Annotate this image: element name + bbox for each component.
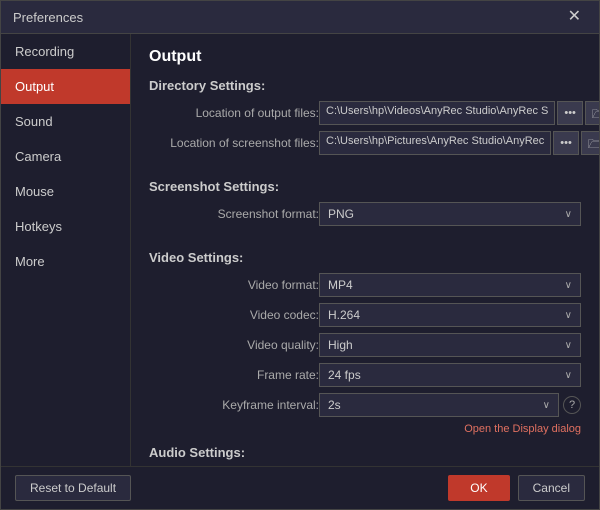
sidebar-item-mouse[interactable]: Mouse bbox=[1, 174, 130, 209]
video-format-label: Video format: bbox=[149, 278, 319, 292]
main-content: Recording Output Sound Camera Mouse Hotk… bbox=[1, 34, 599, 466]
directory-settings-title: Directory Settings: bbox=[149, 78, 581, 93]
footer: Reset to Default OK Cancel bbox=[1, 466, 599, 509]
display-dialog-link-row: Open the Display dialog bbox=[149, 423, 581, 435]
output-files-dots-button[interactable]: ••• bbox=[557, 101, 583, 125]
screenshot-format-value: PNG bbox=[328, 207, 354, 221]
screenshot-files-row: Location of screenshot files: C:\Users\h… bbox=[149, 131, 581, 155]
video-codec-arrow: ∨ bbox=[565, 310, 572, 321]
audio-settings-title: Audio Settings: bbox=[149, 445, 581, 460]
sidebar-item-recording[interactable]: Recording bbox=[1, 34, 130, 69]
keyframe-dropdown-wrap: 2s ∨ ? bbox=[319, 393, 581, 417]
screenshot-files-folder-button[interactable]: 🗁 bbox=[581, 131, 599, 155]
frame-rate-dropdown-wrap: 24 fps ∨ bbox=[319, 363, 581, 387]
panel-title: Output bbox=[149, 48, 581, 66]
keyframe-label: Keyframe interval: bbox=[149, 398, 319, 412]
sidebar-item-sound[interactable]: Sound bbox=[1, 104, 130, 139]
frame-rate-arrow: ∨ bbox=[565, 370, 572, 381]
video-codec-dropdown[interactable]: H.264 ∨ bbox=[319, 303, 581, 327]
dialog-title: Preferences bbox=[13, 10, 83, 25]
preferences-dialog: Preferences ✕ Recording Output Sound Cam… bbox=[0, 0, 600, 510]
output-files-path[interactable]: C:\Users\hp\Videos\AnyRec Studio\AnyRec … bbox=[319, 101, 555, 125]
keyframe-arrow: ∨ bbox=[543, 400, 550, 411]
frame-rate-value: 24 fps bbox=[328, 368, 361, 382]
frame-rate-row: Frame rate: 24 fps ∨ bbox=[149, 363, 581, 387]
screenshot-files-path[interactable]: C:\Users\hp\Pictures\AnyRec Studio\AnyRe… bbox=[319, 131, 551, 155]
screenshot-format-dropdown-wrap: PNG ∨ bbox=[319, 202, 581, 226]
keyframe-help-button[interactable]: ? bbox=[563, 396, 581, 414]
video-quality-row: Video quality: High ∨ bbox=[149, 333, 581, 357]
keyframe-dropdown[interactable]: 2s ∨ bbox=[319, 393, 559, 417]
sidebar-item-hotkeys[interactable]: Hotkeys bbox=[1, 209, 130, 244]
screenshot-format-dropdown[interactable]: PNG ∨ bbox=[319, 202, 581, 226]
video-format-dropdown[interactable]: MP4 ∨ bbox=[319, 273, 581, 297]
video-quality-label: Video quality: bbox=[149, 338, 319, 352]
frame-rate-dropdown[interactable]: 24 fps ∨ bbox=[319, 363, 581, 387]
output-files-folder-button[interactable]: 🗁 bbox=[585, 101, 599, 125]
keyframe-row: Keyframe interval: 2s ∨ ? bbox=[149, 393, 581, 417]
ok-button[interactable]: OK bbox=[448, 475, 509, 501]
content-panel: Output Directory Settings: Location of o… bbox=[131, 34, 599, 466]
cancel-button[interactable]: Cancel bbox=[518, 475, 585, 501]
video-codec-value: H.264 bbox=[328, 308, 360, 322]
screenshot-files-dots-button[interactable]: ••• bbox=[553, 131, 579, 155]
video-format-arrow: ∨ bbox=[565, 280, 572, 291]
output-files-input-group: C:\Users\hp\Videos\AnyRec Studio\AnyRec … bbox=[319, 101, 599, 125]
footer-right: OK Cancel bbox=[448, 475, 585, 501]
video-codec-label: Video codec: bbox=[149, 308, 319, 322]
video-format-row: Video format: MP4 ∨ bbox=[149, 273, 581, 297]
sidebar-item-output[interactable]: Output bbox=[1, 69, 130, 104]
reset-button[interactable]: Reset to Default bbox=[15, 475, 131, 501]
keyframe-value: 2s bbox=[328, 398, 341, 412]
video-codec-row: Video codec: H.264 ∨ bbox=[149, 303, 581, 327]
title-bar: Preferences ✕ bbox=[1, 1, 599, 34]
screenshot-files-label: Location of screenshot files: bbox=[149, 136, 319, 150]
screenshot-settings-title: Screenshot Settings: bbox=[149, 179, 581, 194]
video-quality-arrow: ∨ bbox=[565, 340, 572, 351]
video-settings-title: Video Settings: bbox=[149, 250, 581, 265]
video-quality-value: High bbox=[328, 338, 353, 352]
video-format-dropdown-wrap: MP4 ∨ bbox=[319, 273, 581, 297]
screenshot-format-arrow: ∨ bbox=[565, 209, 572, 220]
screenshot-format-row: Screenshot format: PNG ∨ bbox=[149, 202, 581, 226]
screenshot-format-label: Screenshot format: bbox=[149, 207, 319, 221]
sidebar-item-more[interactable]: More bbox=[1, 244, 130, 279]
video-quality-dropdown-wrap: High ∨ bbox=[319, 333, 581, 357]
display-dialog-link[interactable]: Open the Display dialog bbox=[464, 423, 581, 435]
video-quality-dropdown[interactable]: High ∨ bbox=[319, 333, 581, 357]
video-format-value: MP4 bbox=[328, 278, 353, 292]
sidebar-item-camera[interactable]: Camera bbox=[1, 139, 130, 174]
output-files-row: Location of output files: C:\Users\hp\Vi… bbox=[149, 101, 581, 125]
video-codec-dropdown-wrap: H.264 ∨ bbox=[319, 303, 581, 327]
sidebar: Recording Output Sound Camera Mouse Hotk… bbox=[1, 34, 131, 466]
frame-rate-label: Frame rate: bbox=[149, 368, 319, 382]
screenshot-files-input-group: C:\Users\hp\Pictures\AnyRec Studio\AnyRe… bbox=[319, 131, 599, 155]
close-button[interactable]: ✕ bbox=[562, 7, 587, 27]
output-files-label: Location of output files: bbox=[149, 106, 319, 120]
